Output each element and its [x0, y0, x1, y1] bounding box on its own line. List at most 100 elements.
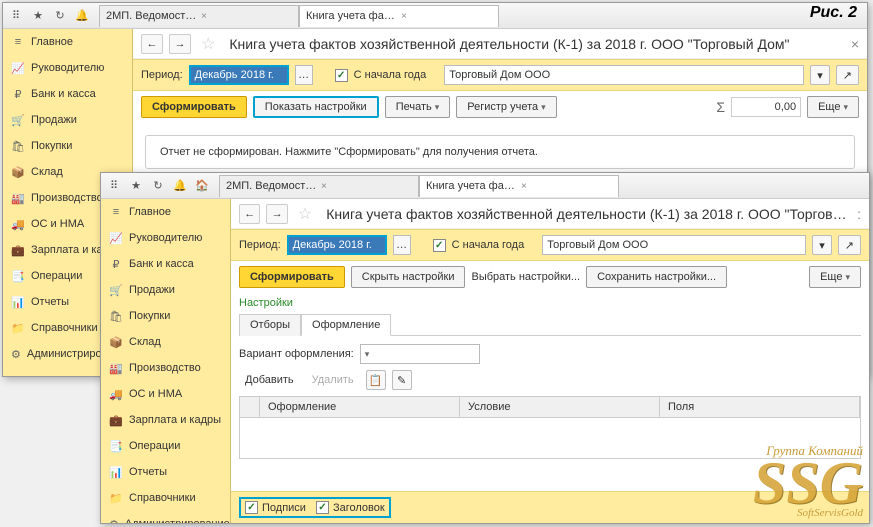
- forward-button[interactable]: →: [169, 34, 191, 54]
- back-button[interactable]: ←: [239, 204, 260, 224]
- sidebar-item-bank[interactable]: ₽Банк и касса: [3, 81, 132, 107]
- copy-icon[interactable]: 📋: [366, 370, 386, 390]
- grid-col-checkbox: [240, 397, 260, 417]
- period-input[interactable]: Декабрь 2018 г.: [189, 65, 289, 85]
- info-message: Отчет не сформирован. Нажмите "Сформиров…: [145, 135, 855, 169]
- forward-button[interactable]: →: [266, 204, 287, 224]
- truck-icon: 🚚: [11, 217, 25, 231]
- sidebar-item-sales[interactable]: 🛒Продажи: [101, 277, 230, 303]
- sidebar-item-production[interactable]: 🏭Производство: [101, 355, 230, 381]
- grid-col-formatting: Оформление: [260, 397, 460, 417]
- apps-icon[interactable]: ⠿: [105, 177, 123, 195]
- form-button[interactable]: Сформировать: [239, 266, 345, 288]
- sidebar-item-reports[interactable]: 📊Отчеты: [101, 459, 230, 485]
- action-bar: Сформировать Показать настройки Печать Р…: [133, 91, 867, 123]
- back-button[interactable]: ←: [141, 34, 163, 54]
- hide-settings-button[interactable]: Скрыть настройки: [351, 266, 466, 288]
- home-icon[interactable]: 🏠: [193, 177, 211, 195]
- box-icon: 📦: [11, 165, 25, 179]
- apps-icon[interactable]: ⠿: [7, 7, 25, 25]
- sidebar-item-purchases[interactable]: 🛍Покупки: [101, 303, 230, 329]
- star-icon[interactable]: ★: [29, 7, 47, 25]
- save-settings-button[interactable]: Сохранить настройки...: [586, 266, 727, 288]
- folder-icon: 📁: [109, 491, 123, 505]
- org-input[interactable]: Торговый Дом ООО: [542, 235, 806, 255]
- form-button[interactable]: Сформировать: [141, 96, 247, 118]
- period-input[interactable]: Декабрь 2018 г.: [287, 235, 387, 255]
- close-button[interactable]: ×: [851, 36, 859, 52]
- sidebar-item-warehouse[interactable]: 📦Склад: [101, 329, 230, 355]
- menu-icon: ≡: [109, 205, 123, 219]
- favorite-icon[interactable]: ☆: [298, 204, 312, 224]
- period-bar: Период: Декабрь 2018 г. … С начала года …: [133, 59, 867, 91]
- page-toolbar: ← → ☆ Книга учета фактов хозяйственной д…: [133, 29, 867, 59]
- sidebar-item-bank[interactable]: ₽Банк и касса: [101, 251, 230, 277]
- sidebar-item-main[interactable]: ≡Главное: [3, 29, 132, 55]
- edit-icon[interactable]: ✎: [392, 370, 412, 390]
- sidebar-item-manager[interactable]: 📈Руководителю: [3, 55, 132, 81]
- close-button[interactable]: :: [857, 206, 861, 222]
- sidebar-item-main[interactable]: ≡Главное: [101, 199, 230, 225]
- close-icon[interactable]: ×: [521, 181, 612, 192]
- history-icon[interactable]: ↻: [51, 7, 69, 25]
- org-input[interactable]: Торговый Дом ООО: [444, 65, 804, 85]
- since-year-checkbox[interactable]: [433, 239, 446, 252]
- sigma-icon: Σ: [716, 99, 725, 115]
- variant-select[interactable]: [360, 344, 480, 364]
- since-year-label: С начала года: [354, 69, 427, 81]
- bell-icon[interactable]: 🔔: [73, 7, 91, 25]
- tab-2[interactable]: Книга учета фактов хозяйственной дея...×: [299, 5, 499, 27]
- delete-button[interactable]: Удалить: [306, 372, 360, 388]
- close-icon[interactable]: ×: [201, 11, 292, 22]
- footer-bar: Подписи Заголовок: [231, 491, 869, 523]
- sidebar-item-payroll[interactable]: 💼Зарплата и кадры: [101, 407, 230, 433]
- basket-icon: 🛍: [109, 309, 123, 323]
- close-icon[interactable]: ×: [321, 181, 412, 192]
- sidebar-item-assets[interactable]: 🚚ОС и НМА: [101, 381, 230, 407]
- period-picker-button[interactable]: …: [393, 235, 411, 255]
- favorite-icon[interactable]: ☆: [201, 34, 215, 54]
- header-checkbox[interactable]: [316, 501, 329, 514]
- org-dropdown-button[interactable]: ▾: [812, 235, 832, 255]
- org-open-button[interactable]: ↗: [838, 235, 861, 255]
- chart-icon: 📈: [109, 231, 123, 245]
- more-button[interactable]: Еще: [809, 266, 861, 288]
- sidebar-item-refs[interactable]: 📁Справочники: [101, 485, 230, 511]
- box-icon: 📦: [109, 335, 123, 349]
- org-dropdown-button[interactable]: ▾: [810, 65, 830, 85]
- tab-1[interactable]: 2МП. Ведомость материально-произво...×: [99, 5, 299, 27]
- folder-icon: 📁: [11, 321, 25, 335]
- grid-body[interactable]: [240, 418, 860, 458]
- org-open-button[interactable]: ↗: [836, 65, 859, 85]
- tab-2[interactable]: Книга учета фактов хозяйственной...×: [419, 175, 619, 197]
- tab-formatting[interactable]: Оформление: [301, 314, 391, 336]
- period-bar: Период: Декабрь 2018 г. … С начала года …: [231, 229, 869, 261]
- star-icon[interactable]: ★: [127, 177, 145, 195]
- show-settings-button[interactable]: Показать настройки: [253, 96, 379, 118]
- grid-col-fields: Поля: [660, 397, 860, 417]
- print-button[interactable]: Печать: [385, 96, 451, 118]
- close-icon[interactable]: ×: [401, 11, 492, 22]
- choose-settings-button[interactable]: Выбрать настройки...: [471, 271, 580, 283]
- tab-filters[interactable]: Отборы: [239, 314, 301, 336]
- sidebar-item-operations[interactable]: 📑Операции: [101, 433, 230, 459]
- tab-1[interactable]: 2МП. Ведомость материально-про...×: [219, 175, 419, 197]
- sidebar-item-admin[interactable]: ⚙Администрирование: [101, 511, 230, 523]
- figure-label: Рис. 2: [810, 4, 857, 22]
- sum-field: 0,00: [731, 97, 801, 117]
- period-picker-button[interactable]: …: [295, 65, 313, 85]
- sidebar-item-sales[interactable]: 🛒Продажи: [3, 107, 132, 133]
- history-icon[interactable]: ↻: [149, 177, 167, 195]
- bell-icon[interactable]: 🔔: [171, 177, 189, 195]
- sidebar-item-purchases[interactable]: 🛍Покупки: [3, 133, 132, 159]
- signatures-checkbox[interactable]: [245, 501, 258, 514]
- register-button[interactable]: Регистр учета: [456, 96, 556, 118]
- add-button[interactable]: Добавить: [239, 372, 300, 388]
- ledger-icon: 📑: [11, 269, 25, 283]
- more-button[interactable]: Еще: [807, 96, 859, 118]
- truck-icon: 🚚: [109, 387, 123, 401]
- menu-icon: ≡: [11, 35, 25, 49]
- report-icon: 📊: [109, 465, 123, 479]
- sidebar-item-manager[interactable]: 📈Руководителю: [101, 225, 230, 251]
- since-year-checkbox[interactable]: [335, 69, 348, 82]
